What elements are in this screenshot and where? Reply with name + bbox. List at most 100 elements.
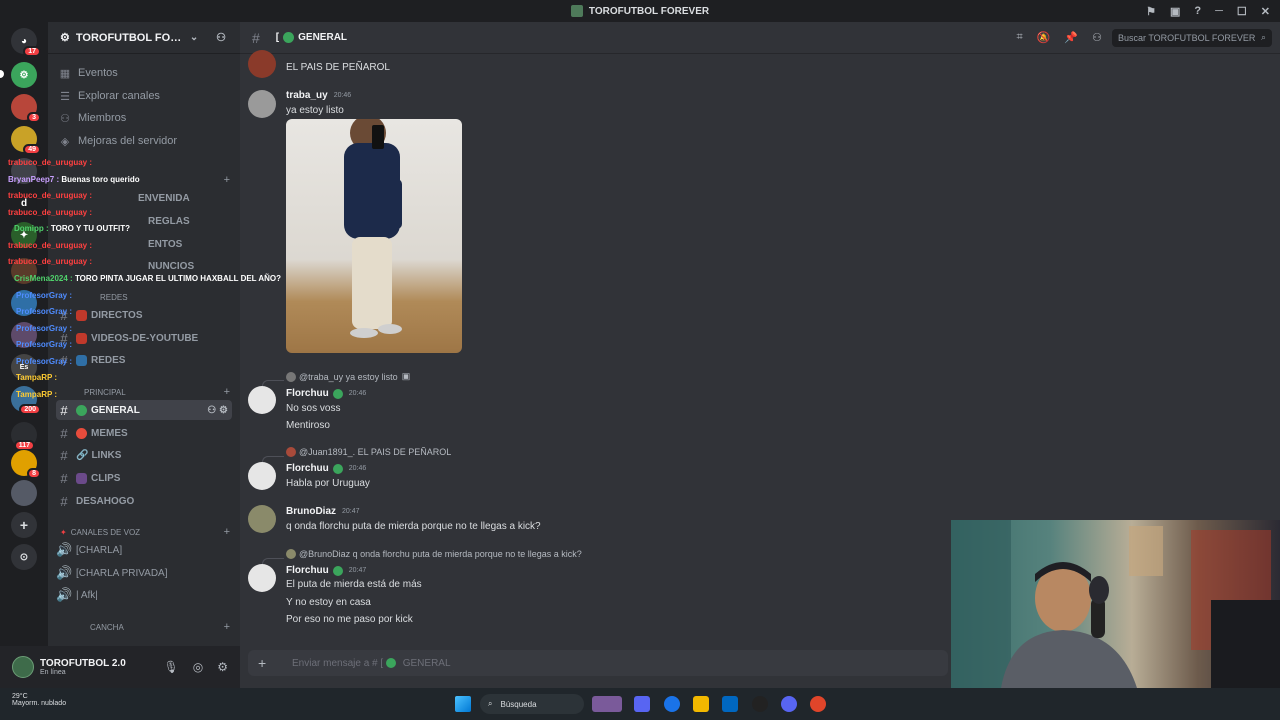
message-text: q onda florchu puta de mierda porque no … <box>286 521 541 532</box>
mute-icon[interactable]: 🔕 <box>1037 31 1051 44</box>
widget-app-icon[interactable] <box>592 696 622 712</box>
maximize-button[interactable]: ☐ <box>1237 5 1247 18</box>
channel-bienvenida[interactable]: ENVENIDA <box>138 188 234 208</box>
channel-memes[interactable]: # MEMES <box>56 423 232 443</box>
teams-icon[interactable] <box>634 696 650 712</box>
channel-eventos[interactable]: ENTOS <box>148 234 234 254</box>
dm-home-icon[interactable]: ◕ 17 <box>11 28 41 57</box>
close-button[interactable]: ✕ <box>1261 5 1270 18</box>
obs-icon[interactable] <box>752 696 768 712</box>
folder-icon[interactable] <box>693 696 709 712</box>
app-icon[interactable] <box>810 696 826 712</box>
add-server-icon[interactable]: + <box>11 512 37 538</box>
discord-icon[interactable] <box>781 696 797 712</box>
invite-icon[interactable]: ⚇ <box>216 31 226 44</box>
user-name: TOROFUTBOL 2.0 <box>40 658 126 669</box>
author-name[interactable]: traba_uy <box>286 90 328 101</box>
message-text: Habla por Uruguay <box>286 478 370 489</box>
add-channel-icon[interactable]: + <box>224 174 230 186</box>
sidebar-item-mejoras[interactable]: ◈ Mejoras del servidor <box>58 131 234 151</box>
avatar[interactable] <box>248 505 276 533</box>
gear-icon[interactable]: ⚙ <box>217 660 228 674</box>
message-author: Florchuu 20:46 <box>286 388 366 399</box>
author-name[interactable]: BrunoDiaz <box>286 506 336 517</box>
channel-desahogo[interactable]: # DESAHOGO <box>56 491 232 511</box>
category-voz[interactable]: ✦ CANALES DE VOZ + <box>60 525 230 539</box>
channel-redes[interactable]: # REDES <box>56 350 232 370</box>
category-principal[interactable]: PRINCIPAL + <box>84 385 230 399</box>
add-channel-icon[interactable]: + <box>224 386 230 398</box>
attachment-image[interactable] <box>286 119 462 353</box>
category-redes[interactable]: REDES <box>100 290 230 304</box>
author-name[interactable]: Florchuu <box>286 463 329 474</box>
server-icon-1[interactable]: ⚙ <box>11 62 37 88</box>
avatar[interactable] <box>248 564 276 592</box>
pin-icon[interactable]: 📌 <box>1064 31 1078 44</box>
server-icon-12[interactable]: 117 <box>11 422 37 451</box>
server-icon-14[interactable] <box>11 480 37 506</box>
taskbar-search[interactable]: ⌕ Búsqueda <box>480 694 584 714</box>
window-title: TOROFUTBOL FOREVER <box>588 5 710 17</box>
overlay-chat-line: trabuco_de_uruguay : <box>8 241 92 250</box>
help-icon[interactable]: ? <box>1194 5 1201 17</box>
avatar[interactable] <box>248 462 276 490</box>
add-channel-icon[interactable]: + <box>224 526 230 538</box>
threads-icon[interactable]: ⌗ <box>1017 31 1023 44</box>
chevron-down-icon: ⌄ <box>189 32 199 43</box>
discover-icon[interactable]: ⊙ <box>11 544 37 570</box>
channel-reglas[interactable]: REGLAS <box>148 211 234 231</box>
speaker-icon: 🔊 <box>56 542 73 557</box>
screen-icon[interactable]: ▣ <box>1170 5 1180 18</box>
store-icon[interactable] <box>722 696 738 712</box>
member-list-icon[interactable]: ⚇ <box>1092 31 1102 44</box>
avatar[interactable] <box>12 656 34 678</box>
add-attachment-icon[interactable]: + <box>258 655 276 671</box>
inbox-icon[interactable]: ⚑ <box>1146 5 1156 18</box>
channel-general[interactable]: # GENERAL ⚇ ⚙ <box>56 400 232 420</box>
channel-clips[interactable]: # CLIPS <box>56 468 232 488</box>
add-channel-icon[interactable]: + <box>224 621 230 633</box>
overlay-chat-line: ProfesorGray : <box>16 357 72 366</box>
search-input[interactable]: Buscar TOROFUTBOL FOREVER ⌕ <box>1112 28 1272 47</box>
author-name[interactable]: Florchuu <box>286 388 329 399</box>
channel-directos[interactable]: # DIRECTOS <box>56 305 232 325</box>
reply-preview[interactable]: @BrunoDiaz q onda florchu puta de mierda… <box>286 549 582 559</box>
channel-links[interactable]: # 🔗 LINKS <box>56 445 232 465</box>
voice-channel-afk[interactable]: 🔊 | Afk| <box>56 585 232 605</box>
message-author: traba_uy 20:46 <box>286 90 351 101</box>
avatar[interactable] <box>248 386 276 414</box>
voice-channel-charla[interactable]: 🔊 [CHARLA] <box>56 540 232 560</box>
guild-header[interactable]: ⚙ TOROFUTBOL FOREVER ⌄ ⚇ <box>48 22 240 54</box>
start-button[interactable] <box>455 696 471 712</box>
mic-icon[interactable]: 🎙 <box>164 660 179 674</box>
channel-settings-icon[interactable]: ⚇ ⚙ <box>207 405 228 416</box>
message-composer[interactable]: + Enviar mensaje a # [ GENERAL <box>248 650 948 676</box>
message-text: El puta de mierda está de más <box>286 579 422 590</box>
sidebar-item-miembros[interactable]: ⚇ Miembros <box>58 108 234 128</box>
sidebar-item-eventos[interactable]: ▦ Eventos <box>58 63 234 83</box>
channel-videos-de-youtube[interactable]: # VIDEOS-DE-YOUTUBE <box>56 328 232 348</box>
chrome-icon[interactable] <box>664 696 680 712</box>
reply-preview[interactable]: @Juan1891_. EL PAIS DE PEÑAROL <box>286 447 451 457</box>
voice-channel-charla-privada[interactable]: 🔊 [CHARLA PRIVADA] <box>56 563 232 583</box>
avatar[interactable] <box>248 50 276 78</box>
overlay-user: TampaRP : <box>16 373 58 382</box>
message-list: EL PAIS DE PEÑAROL traba_uy 20:46 ya esto… <box>240 50 950 646</box>
server-icon-3[interactable]: 49 <box>11 126 41 155</box>
link-icon: 🔗 <box>76 449 89 461</box>
timestamp: 20:46 <box>348 390 367 397</box>
weather-widget[interactable]: 29°C Mayorm. nublado <box>12 693 66 707</box>
channel-anuncios[interactable]: NUNCIOS <box>148 256 234 276</box>
reply-preview[interactable]: @traba_uy ya estoy listo ▣ <box>286 371 410 382</box>
headphones-icon[interactable]: ◎ <box>193 660 203 674</box>
author-name[interactable]: Florchuu <box>286 565 329 576</box>
minimize-button[interactable]: ─ <box>1215 5 1223 17</box>
avatar[interactable] <box>248 90 276 118</box>
webcam-feed <box>951 520 1280 688</box>
message-text: EL PAIS DE PEÑAROL <box>286 62 390 73</box>
overlay-user: trabuco_de_uruguay : <box>8 241 93 250</box>
server-icon-2[interactable]: 3 <box>11 94 41 123</box>
sidebar-item-explorar[interactable]: ☰ Explorar canales <box>58 86 234 106</box>
server-icon-13[interactable]: 8 <box>11 450 41 479</box>
category-cancha[interactable]: CANCHA + <box>60 620 230 634</box>
